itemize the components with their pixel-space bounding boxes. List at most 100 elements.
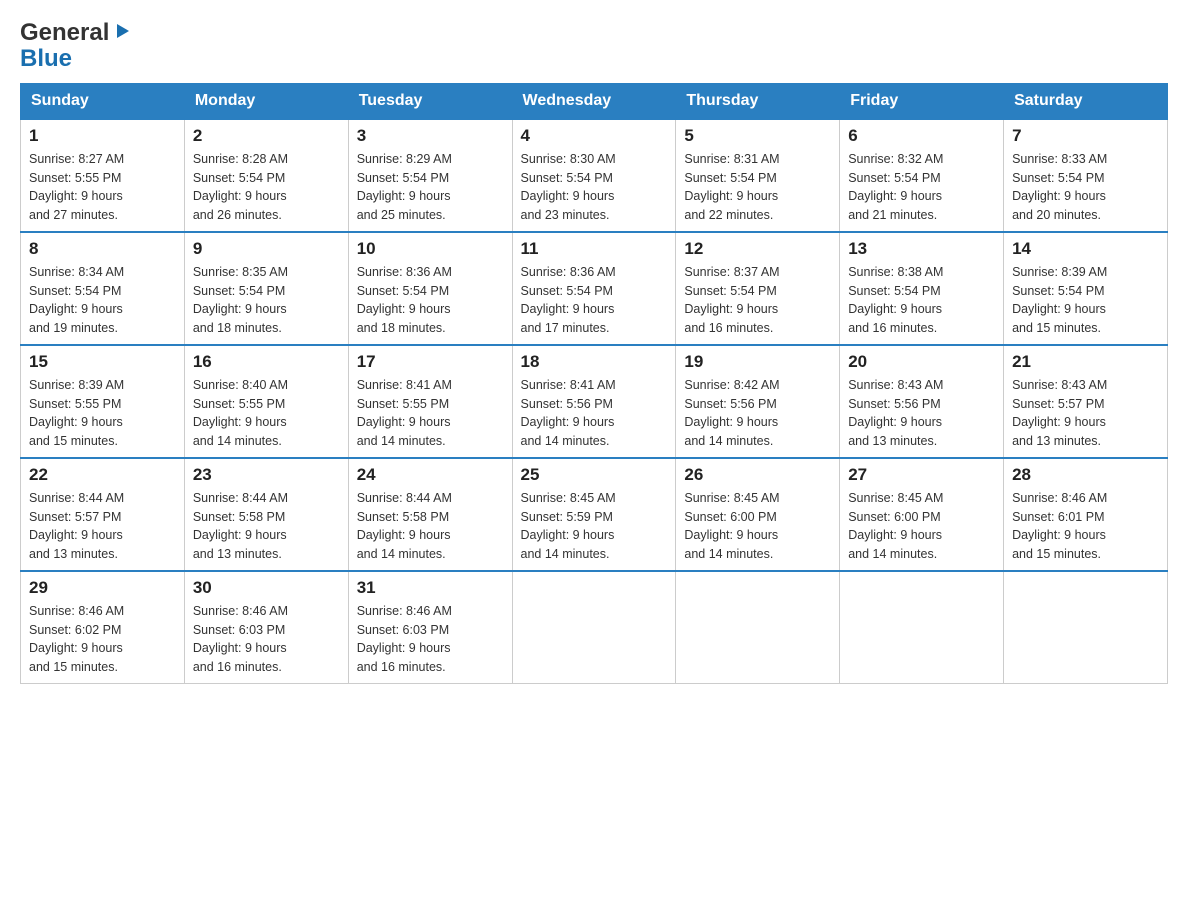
day-info: Sunrise: 8:45 AMSunset: 5:59 PMDaylight:… bbox=[521, 489, 668, 564]
day-cell-25: 25 Sunrise: 8:45 AMSunset: 5:59 PMDayligh… bbox=[512, 458, 676, 571]
day-info: Sunrise: 8:38 AMSunset: 5:54 PMDaylight:… bbox=[848, 263, 995, 338]
day-number: 25 bbox=[521, 465, 668, 485]
day-info: Sunrise: 8:41 AMSunset: 5:55 PMDaylight:… bbox=[357, 376, 504, 451]
weekday-header-thursday: Thursday bbox=[676, 83, 840, 119]
day-cell-22: 22Sunrise: 8:44 AMSunset: 5:57 PMDayligh… bbox=[21, 458, 185, 571]
day-cell-4: 4 Sunrise: 8:30 AMSunset: 5:54 PMDaylight… bbox=[512, 119, 676, 232]
day-number: 11 bbox=[521, 239, 668, 259]
day-number: 29 bbox=[29, 578, 176, 598]
day-cell-23: 23Sunrise: 8:44 AMSunset: 5:58 PMDayligh… bbox=[184, 458, 348, 571]
day-info: Sunrise: 8:36 AMSunset: 5:54 PMDaylight:… bbox=[357, 263, 504, 338]
day-cell-9: 9Sunrise: 8:35 AMSunset: 5:54 PMDaylight… bbox=[184, 232, 348, 345]
day-cell-17: 17Sunrise: 8:41 AMSunset: 5:55 PMDayligh… bbox=[348, 345, 512, 458]
day-cell-10: 10Sunrise: 8:36 AMSunset: 5:54 PMDayligh… bbox=[348, 232, 512, 345]
day-cell-19: 19Sunrise: 8:42 AMSunset: 5:56 PMDayligh… bbox=[676, 345, 840, 458]
empty-cell bbox=[1004, 571, 1168, 684]
day-number: 31 bbox=[357, 578, 504, 598]
week-row-4: 22Sunrise: 8:44 AMSunset: 5:57 PMDayligh… bbox=[21, 458, 1168, 571]
day-cell-8: 8 Sunrise: 8:34 AMSunset: 5:54 PMDaylight… bbox=[21, 232, 185, 345]
weekday-header-wednesday: Wednesday bbox=[512, 83, 676, 119]
day-number: 2 bbox=[193, 126, 340, 146]
day-info: Sunrise: 8:29 AMSunset: 5:54 PMDaylight:… bbox=[357, 150, 504, 225]
day-cell-2: 2 Sunrise: 8:28 AMSunset: 5:54 PMDaylight… bbox=[184, 119, 348, 232]
day-cell-12: 12 Sunrise: 8:37 AMSunset: 5:54 PMDayligh… bbox=[676, 232, 840, 345]
day-info: Sunrise: 8:39 AMSunset: 5:55 PMDaylight:… bbox=[29, 376, 176, 451]
day-cell-3: 3Sunrise: 8:29 AMSunset: 5:54 PMDaylight… bbox=[348, 119, 512, 232]
weekday-header-sunday: Sunday bbox=[21, 83, 185, 119]
day-cell-6: 6 Sunrise: 8:32 AMSunset: 5:54 PMDaylight… bbox=[840, 119, 1004, 232]
day-info: Sunrise: 8:27 AMSunset: 5:55 PMDaylight:… bbox=[29, 150, 176, 225]
day-info: Sunrise: 8:28 AMSunset: 5:54 PMDaylight:… bbox=[193, 150, 340, 225]
day-number: 28 bbox=[1012, 465, 1159, 485]
day-info: Sunrise: 8:45 AMSunset: 6:00 PMDaylight:… bbox=[848, 489, 995, 564]
day-number: 14 bbox=[1012, 239, 1159, 259]
day-number: 8 bbox=[29, 239, 176, 259]
day-cell-29: 29 Sunrise: 8:46 AMSunset: 6:02 PMDayligh… bbox=[21, 571, 185, 684]
logo-triangle-icon bbox=[113, 21, 131, 45]
day-info: Sunrise: 8:43 AMSunset: 5:56 PMDaylight:… bbox=[848, 376, 995, 451]
day-info: Sunrise: 8:30 AMSunset: 5:54 PMDaylight:… bbox=[521, 150, 668, 225]
day-number: 12 bbox=[684, 239, 831, 259]
day-number: 6 bbox=[848, 126, 995, 146]
day-info: Sunrise: 8:44 AMSunset: 5:57 PMDaylight:… bbox=[29, 489, 176, 564]
day-info: Sunrise: 8:37 AMSunset: 5:54 PMDaylight:… bbox=[684, 263, 831, 338]
day-number: 4 bbox=[521, 126, 668, 146]
day-info: Sunrise: 8:31 AMSunset: 5:54 PMDaylight:… bbox=[684, 150, 831, 225]
day-number: 13 bbox=[848, 239, 995, 259]
week-row-3: 15 Sunrise: 8:39 AMSunset: 5:55 PMDayligh… bbox=[21, 345, 1168, 458]
day-info: Sunrise: 8:46 AMSunset: 6:02 PMDaylight:… bbox=[29, 602, 176, 677]
day-number: 27 bbox=[848, 465, 995, 485]
day-cell-31: 31Sunrise: 8:46 AMSunset: 6:03 PMDayligh… bbox=[348, 571, 512, 684]
day-info: Sunrise: 8:43 AMSunset: 5:57 PMDaylight:… bbox=[1012, 376, 1159, 451]
day-cell-15: 15 Sunrise: 8:39 AMSunset: 5:55 PMDayligh… bbox=[21, 345, 185, 458]
day-info: Sunrise: 8:46 AMSunset: 6:03 PMDaylight:… bbox=[193, 602, 340, 677]
day-cell-7: 7 Sunrise: 8:33 AMSunset: 5:54 PMDaylight… bbox=[1004, 119, 1168, 232]
day-cell-18: 18 Sunrise: 8:41 AMSunset: 5:56 PMDayligh… bbox=[512, 345, 676, 458]
day-number: 16 bbox=[193, 352, 340, 372]
day-number: 26 bbox=[684, 465, 831, 485]
empty-cell bbox=[840, 571, 1004, 684]
weekday-header-monday: Monday bbox=[184, 83, 348, 119]
logo-general: General bbox=[20, 20, 109, 46]
day-info: Sunrise: 8:45 AMSunset: 6:00 PMDaylight:… bbox=[684, 489, 831, 564]
day-cell-20: 20 Sunrise: 8:43 AMSunset: 5:56 PMDayligh… bbox=[840, 345, 1004, 458]
calendar-table: SundayMondayTuesdayWednesdayThursdayFrid… bbox=[20, 83, 1168, 684]
weekday-header-saturday: Saturday bbox=[1004, 83, 1168, 119]
day-cell-27: 27 Sunrise: 8:45 AMSunset: 6:00 PMDayligh… bbox=[840, 458, 1004, 571]
day-info: Sunrise: 8:35 AMSunset: 5:54 PMDaylight:… bbox=[193, 263, 340, 338]
empty-cell bbox=[512, 571, 676, 684]
weekday-header-friday: Friday bbox=[840, 83, 1004, 119]
day-cell-13: 13 Sunrise: 8:38 AMSunset: 5:54 PMDayligh… bbox=[840, 232, 1004, 345]
day-number: 7 bbox=[1012, 126, 1159, 146]
day-info: Sunrise: 8:41 AMSunset: 5:56 PMDaylight:… bbox=[521, 376, 668, 451]
day-cell-16: 16Sunrise: 8:40 AMSunset: 5:55 PMDayligh… bbox=[184, 345, 348, 458]
week-row-5: 29 Sunrise: 8:46 AMSunset: 6:02 PMDayligh… bbox=[21, 571, 1168, 684]
empty-cell bbox=[676, 571, 840, 684]
day-info: Sunrise: 8:34 AMSunset: 5:54 PMDaylight:… bbox=[29, 263, 176, 338]
day-number: 18 bbox=[521, 352, 668, 372]
day-info: Sunrise: 8:39 AMSunset: 5:54 PMDaylight:… bbox=[1012, 263, 1159, 338]
day-info: Sunrise: 8:44 AMSunset: 5:58 PMDaylight:… bbox=[193, 489, 340, 564]
day-info: Sunrise: 8:36 AMSunset: 5:54 PMDaylight:… bbox=[521, 263, 668, 338]
logo-blue: Blue bbox=[20, 45, 72, 72]
day-cell-24: 24 Sunrise: 8:44 AMSunset: 5:58 PMDayligh… bbox=[348, 458, 512, 571]
day-info: Sunrise: 8:32 AMSunset: 5:54 PMDaylight:… bbox=[848, 150, 995, 225]
day-number: 20 bbox=[848, 352, 995, 372]
day-cell-28: 28 Sunrise: 8:46 AMSunset: 6:01 PMDayligh… bbox=[1004, 458, 1168, 571]
weekday-header-row: SundayMondayTuesdayWednesdayThursdayFrid… bbox=[21, 83, 1168, 119]
day-number: 5 bbox=[684, 126, 831, 146]
day-cell-11: 11 Sunrise: 8:36 AMSunset: 5:54 PMDayligh… bbox=[512, 232, 676, 345]
day-cell-5: 5 Sunrise: 8:31 AMSunset: 5:54 PMDaylight… bbox=[676, 119, 840, 232]
day-info: Sunrise: 8:33 AMSunset: 5:54 PMDaylight:… bbox=[1012, 150, 1159, 225]
day-number: 24 bbox=[357, 465, 504, 485]
logo: General Blue bbox=[20, 20, 131, 73]
day-info: Sunrise: 8:46 AMSunset: 6:01 PMDaylight:… bbox=[1012, 489, 1159, 564]
day-info: Sunrise: 8:42 AMSunset: 5:56 PMDaylight:… bbox=[684, 376, 831, 451]
day-number: 15 bbox=[29, 352, 176, 372]
day-cell-30: 30Sunrise: 8:46 AMSunset: 6:03 PMDayligh… bbox=[184, 571, 348, 684]
page-header: General Blue bbox=[20, 20, 1168, 73]
day-info: Sunrise: 8:44 AMSunset: 5:58 PMDaylight:… bbox=[357, 489, 504, 564]
day-cell-21: 21Sunrise: 8:43 AMSunset: 5:57 PMDayligh… bbox=[1004, 345, 1168, 458]
week-row-1: 1 Sunrise: 8:27 AMSunset: 5:55 PMDaylight… bbox=[21, 119, 1168, 232]
day-number: 1 bbox=[29, 126, 176, 146]
